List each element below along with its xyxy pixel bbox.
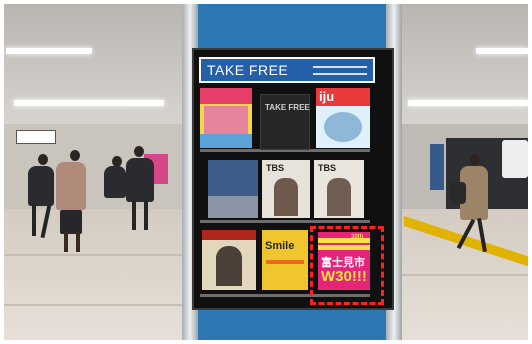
tbs-label: TBS: [318, 163, 336, 173]
floor-line: [4, 254, 184, 256]
empty-slot: TAKE FREE: [260, 94, 310, 150]
person-head: [470, 154, 480, 165]
person-head: [38, 154, 48, 165]
person-bag: [450, 182, 466, 204]
floor-line: [402, 274, 528, 276]
ceiling-light: [14, 100, 164, 106]
ceiling-light: [476, 48, 528, 54]
iju-magazine: iju: [316, 88, 370, 148]
person-leg: [144, 200, 148, 230]
person: [126, 158, 154, 202]
person-leg: [76, 232, 80, 252]
person-skirt: [60, 210, 82, 234]
header-fine-print: [313, 63, 367, 77]
portrait-magazine: [202, 230, 256, 290]
person: [104, 166, 126, 198]
blue-magazine: [208, 160, 258, 218]
smile-magazine: Smile: [262, 230, 308, 290]
highlight-box: [310, 226, 384, 305]
ceiling-light: [408, 100, 528, 106]
ceiling-light: [6, 48, 92, 54]
station-photo: TAKE FREE TAKE FREE iju TBS TBS Smile 30…: [4, 4, 528, 340]
tbs-magazine-2: TBS: [314, 160, 364, 218]
take-free-card-label: TAKE FREE: [265, 103, 310, 112]
take-free-title: TAKE FREE: [207, 62, 289, 78]
tbs-magazine-1: TBS: [262, 160, 310, 218]
person: [28, 166, 54, 206]
rack-header: TAKE FREE: [199, 57, 375, 83]
pillar-blue-panel-top: [198, 4, 386, 48]
floor-line: [4, 304, 184, 306]
ad-panel: [430, 144, 444, 190]
tbs-label: TBS: [266, 163, 284, 173]
exit-sign: [16, 130, 56, 144]
person-leg: [132, 200, 136, 230]
person-leg: [64, 232, 68, 252]
person-head: [134, 146, 144, 157]
person-leg: [32, 204, 36, 236]
toilet-sign: [502, 140, 528, 178]
travel-magazine: [200, 88, 252, 148]
person: [56, 162, 86, 210]
person-head: [70, 150, 80, 161]
rack-header-banner: TAKE FREE: [201, 59, 373, 81]
iju-label: iju: [319, 89, 335, 104]
smile-label: Smile: [265, 240, 295, 252]
rack-shelf: [200, 220, 370, 223]
